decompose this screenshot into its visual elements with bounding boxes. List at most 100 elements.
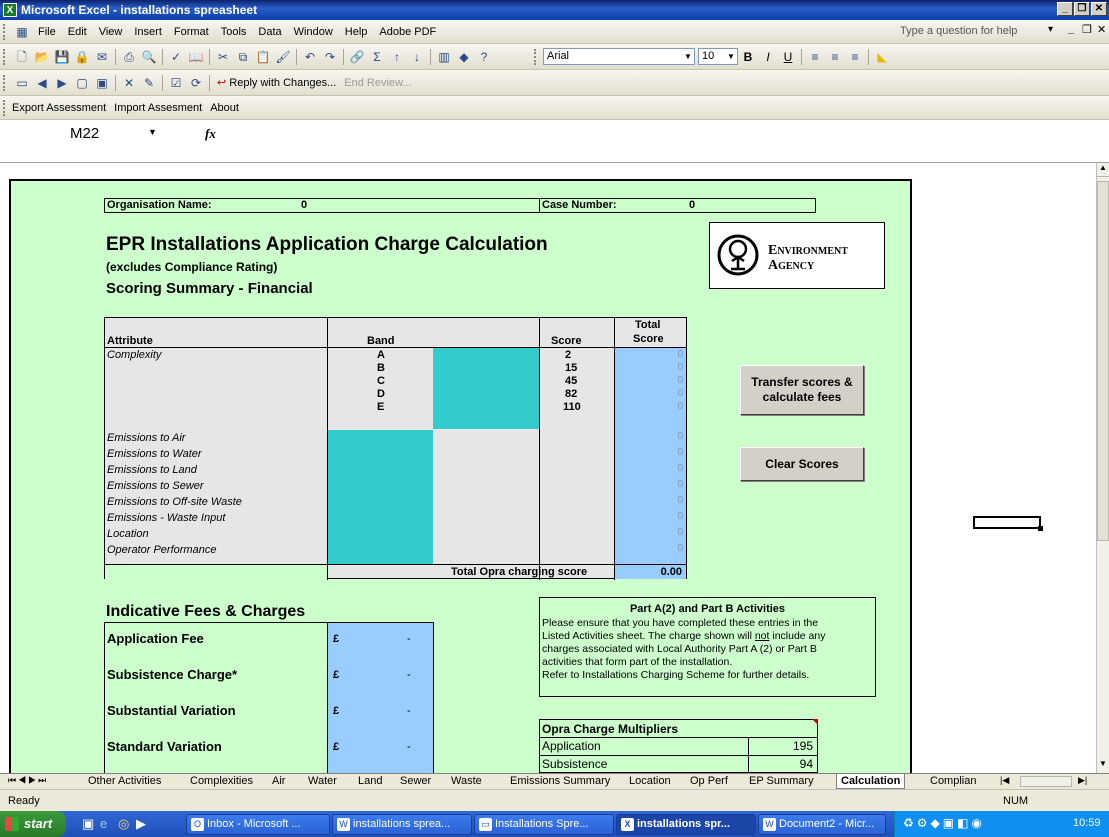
underline-icon[interactable]: U xyxy=(780,49,796,65)
tabs-scroll-icon[interactable]: |◀ xyxy=(1000,775,1009,786)
export-assessment-button[interactable]: Export Assessment xyxy=(8,102,110,114)
fill-handle[interactable] xyxy=(1038,526,1043,531)
bold-icon[interactable]: B xyxy=(740,49,756,65)
minimize-button[interactable]: _ xyxy=(1057,2,1073,16)
about-button[interactable]: About xyxy=(206,102,243,114)
menu-tools[interactable]: Tools xyxy=(215,26,253,38)
cut-icon[interactable]: ✂ xyxy=(215,49,231,65)
organisation-value[interactable]: 0 xyxy=(301,199,307,211)
transfer-scores-button[interactable]: Transfer scores & calculate fees xyxy=(740,365,864,415)
horizontal-scrollbar[interactable] xyxy=(1020,776,1072,787)
sort-descending-icon[interactable]: ↓ xyxy=(409,49,425,65)
menu-format[interactable]: Format xyxy=(168,26,215,38)
doc-restore-icon[interactable]: ❐ xyxy=(1082,23,1092,36)
track-changes-icon[interactable]: ☑ xyxy=(168,75,184,91)
print-icon[interactable]: ⎙ xyxy=(121,49,137,65)
hyperlink-icon[interactable]: 🔗 xyxy=(349,49,365,65)
menu-view[interactable]: View xyxy=(93,26,129,38)
paste-icon[interactable]: 📋 xyxy=(255,49,271,65)
tab-compliance[interactable]: Complian xyxy=(926,774,980,789)
print-preview-icon[interactable]: 🔍 xyxy=(141,49,157,65)
show-desktop-icon[interactable]: ▣ xyxy=(82,816,94,832)
comment-indicator-icon[interactable] xyxy=(812,719,818,725)
open-icon[interactable]: 📂 xyxy=(34,49,50,65)
menu-edit[interactable]: Edit xyxy=(62,26,93,38)
tab-waste[interactable]: Waste xyxy=(447,774,486,789)
close-button[interactable]: ✕ xyxy=(1091,2,1107,16)
align-center-icon[interactable]: ≡ xyxy=(827,49,843,65)
menu-window[interactable]: Window xyxy=(288,26,339,38)
menu-data[interactable]: Data xyxy=(252,26,287,38)
drawing-icon[interactable]: ◆ xyxy=(456,49,472,65)
chevron-down-icon[interactable]: ▼ xyxy=(148,127,157,137)
redo-icon[interactable]: ↷ xyxy=(322,49,338,65)
ink-icon[interactable]: ✎ xyxy=(141,75,157,91)
vertical-scrollbar[interactable]: ▲ ▼ xyxy=(1096,163,1109,773)
band-input-block[interactable] xyxy=(328,430,433,564)
tab-calculation[interactable]: Calculation xyxy=(836,774,906,789)
scroll-up-icon[interactable]: ▲ xyxy=(1097,163,1109,177)
update-file-icon[interactable]: ⟳ xyxy=(188,75,204,91)
taskbar-item-installations-folder[interactable]: ▭ Installations Spre... xyxy=(474,814,614,835)
internet-explorer-icon[interactable]: e xyxy=(100,816,107,831)
tab-ep-summary[interactable]: EP Summary xyxy=(745,774,818,789)
tab-land[interactable]: Land xyxy=(354,774,386,789)
email-icon[interactable]: ✉ xyxy=(94,49,110,65)
font-size-select[interactable]: 10 ▼ xyxy=(698,48,738,65)
tab-air[interactable]: Air xyxy=(268,774,289,789)
format-painter-icon[interactable]: 🖌 xyxy=(275,49,291,65)
align-left-icon[interactable]: ≡ xyxy=(807,49,823,65)
taskbar-item-document2[interactable]: W Document2 - Micr... xyxy=(758,814,886,835)
tray-icons[interactable]: ♻⚙◆▣◧◉ xyxy=(903,816,985,830)
taskbar-item-installations-excel[interactable]: Xinstallations spr... xyxy=(616,814,756,835)
workbook-icon[interactable]: ▦ xyxy=(14,24,30,40)
tab-other-activities[interactable]: Other Activities xyxy=(84,774,165,789)
save-icon[interactable]: 💾 xyxy=(54,49,70,65)
fill-color-icon[interactable]: ◣ xyxy=(874,49,890,65)
spelling-icon[interactable]: ✓ xyxy=(168,49,184,65)
previous-comment-icon[interactable]: ◀ xyxy=(34,75,50,91)
sort-ascending-icon[interactable]: ↑ xyxy=(389,49,405,65)
research-icon[interactable]: 📖 xyxy=(188,49,204,65)
doc-close-icon[interactable]: ✕ xyxy=(1097,23,1106,36)
menu-file[interactable]: File xyxy=(32,26,62,38)
next-comment-icon[interactable]: ▶ xyxy=(54,75,70,91)
new-icon[interactable]: 🗋 xyxy=(14,49,30,65)
restore-button[interactable]: ❐ xyxy=(1074,2,1090,16)
help-icon[interactable]: ? xyxy=(476,49,492,65)
show-all-comments-icon[interactable]: ▣ xyxy=(94,75,110,91)
taskbar-item-installations-doc[interactable]: Winstallations sprea... xyxy=(332,814,472,835)
align-right-icon[interactable]: ≡ xyxy=(847,49,863,65)
taskbar-item-inbox[interactable]: O Inbox - Microsoft ... xyxy=(186,814,330,835)
chevron-down-icon[interactable]: ▾ xyxy=(1048,24,1053,35)
permission-icon[interactable]: 🔒 xyxy=(74,49,90,65)
undo-icon[interactable]: ↶ xyxy=(302,49,318,65)
outlook-icon[interactable]: ◎ xyxy=(118,816,129,832)
tab-navigation-icon[interactable]: ⏮◀▶⏭ xyxy=(8,775,48,786)
new-comment-icon[interactable]: ▭ xyxy=(14,75,30,91)
formula-input[interactable] xyxy=(230,124,1090,142)
tab-water[interactable]: Water xyxy=(304,774,341,789)
delete-comment-icon[interactable]: ✕ xyxy=(121,75,137,91)
menu-insert[interactable]: Insert xyxy=(128,26,168,38)
tab-location[interactable]: Location xyxy=(625,774,675,789)
copy-icon[interactable]: ⧉ xyxy=(235,49,251,65)
help-search-input[interactable]: Type a question for help xyxy=(900,25,1017,37)
tab-complexities[interactable]: Complexities xyxy=(186,774,257,789)
reply-with-changes-button[interactable]: ↩ Reply with Changes... xyxy=(213,76,340,89)
scroll-down-icon[interactable]: ▼ xyxy=(1097,759,1109,773)
tab-emissions-summary[interactable]: Emissions Summary xyxy=(506,774,614,789)
tab-op-perf[interactable]: Op Perf xyxy=(686,774,732,789)
doc-minimize-icon[interactable]: _ xyxy=(1068,23,1074,35)
autosum-icon[interactable]: Σ xyxy=(369,49,385,65)
tab-sewer[interactable]: Sewer xyxy=(396,774,435,789)
italic-icon[interactable]: I xyxy=(760,49,776,65)
chart-wizard-icon[interactable]: ▥ xyxy=(436,49,452,65)
media-icon[interactable]: ▶ xyxy=(136,816,146,832)
selected-cell[interactable] xyxy=(973,516,1043,531)
clear-scores-button[interactable]: Clear Scores xyxy=(740,447,864,481)
start-button[interactable]: start xyxy=(0,811,66,837)
show-comment-icon[interactable]: ▢ xyxy=(74,75,90,91)
import-assessment-button[interactable]: Import Assesment xyxy=(110,102,206,114)
function-icon[interactable]: fx xyxy=(205,126,216,142)
